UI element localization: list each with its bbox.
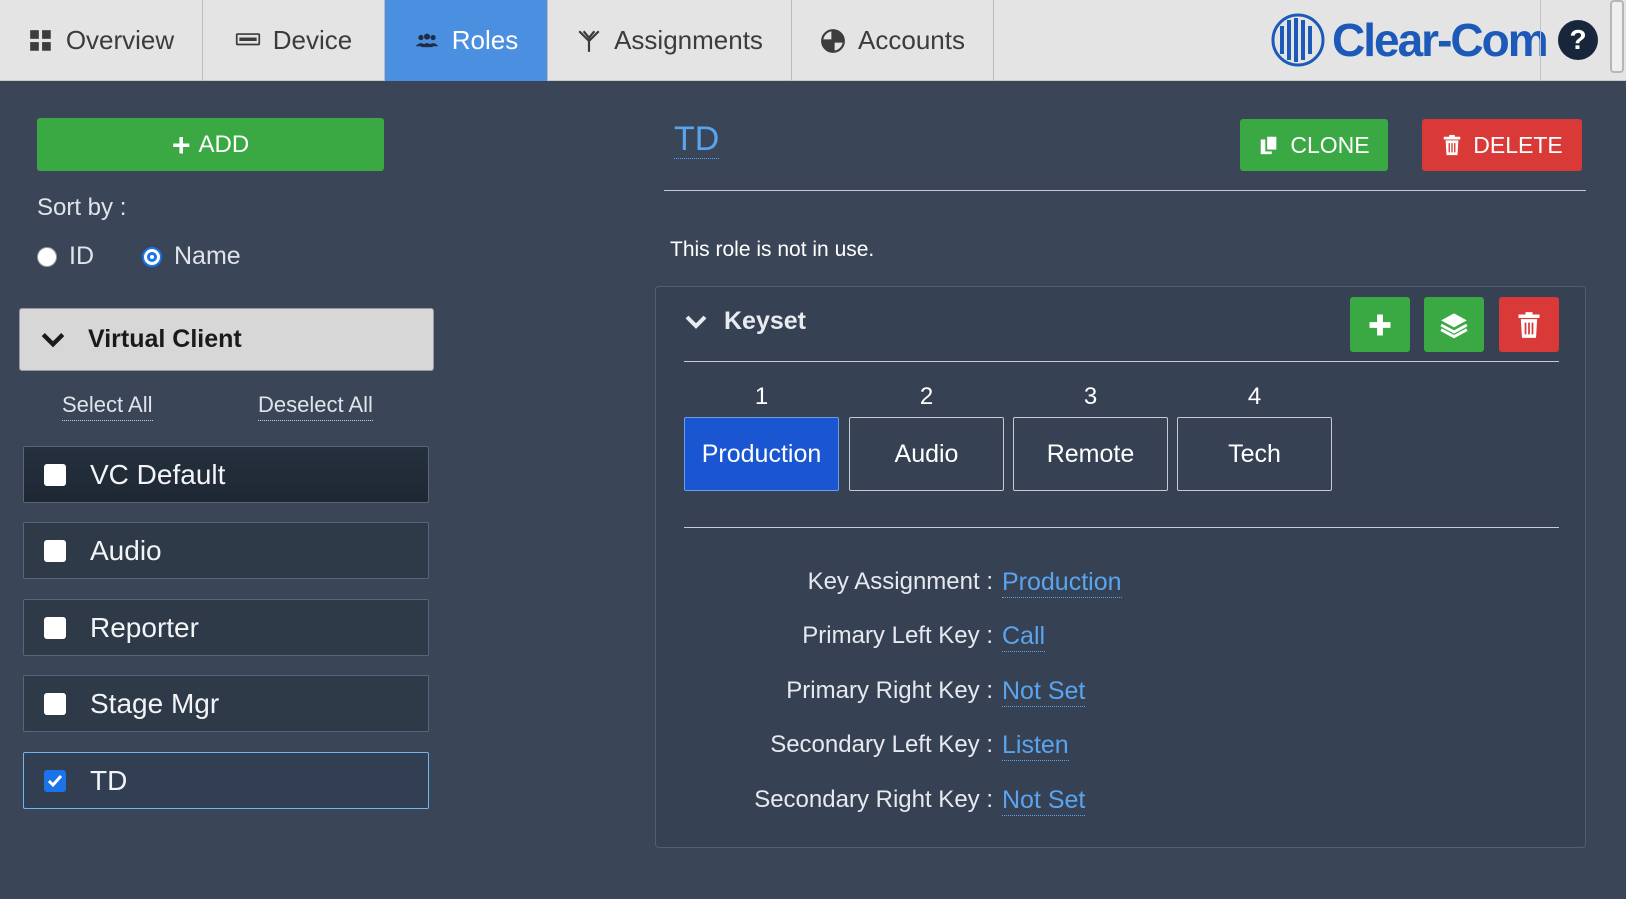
sort-name-radio[interactable] (142, 246, 162, 267)
field-label: Primary Right Key : (786, 677, 993, 704)
key-number: 3 (1083, 383, 1098, 410)
select-all-link[interactable]: Select All (62, 392, 153, 421)
tab-accounts[interactable]: Accounts (792, 0, 994, 81)
group-label: Virtual Client (88, 325, 242, 353)
field-row-primary-right: Primary Right Key : Not Set (656, 677, 1587, 713)
plus-icon (1369, 314, 1391, 335)
key-tab-audio[interactable]: Audio (849, 417, 1004, 491)
field-row-secondary-left: Secondary Left Key : Listen (656, 731, 1587, 767)
delete-label: DELETE (1473, 131, 1563, 158)
key-number: 2 (919, 383, 934, 410)
deselect-all-link[interactable]: Deselect All (258, 392, 373, 421)
tab-accounts-label: Accounts (858, 25, 965, 55)
key-tab-remote[interactable]: Remote (1013, 417, 1168, 491)
role-title[interactable]: TD (674, 121, 720, 159)
trash-icon (1518, 311, 1540, 338)
keyset-divider (684, 361, 1559, 362)
sort-name-label: Name (174, 242, 241, 270)
clone-label: CLONE (1290, 131, 1370, 158)
logo-text: Clear-Com (1332, 14, 1549, 66)
help-button[interactable]: ? (1558, 20, 1598, 60)
key-tab-production[interactable]: Production (684, 417, 839, 491)
key-tab-tech[interactable]: Tech (1177, 417, 1332, 491)
delete-keyset-button[interactable] (1499, 297, 1559, 352)
layers-button[interactable] (1424, 297, 1484, 352)
role-status-text: This role is not in use. (670, 238, 875, 261)
role-item-stage-mgr[interactable]: Stage Mgr (23, 675, 429, 732)
role-item-td[interactable]: TD (23, 752, 429, 809)
keys-divider (684, 527, 1559, 528)
field-label: Key Assignment : (807, 568, 993, 595)
field-label: Secondary Right Key : (754, 786, 993, 813)
tab-overview-label: Overview (65, 25, 175, 55)
chevron-down-icon (685, 315, 707, 329)
nav-divider (1540, 0, 1541, 81)
field-value-link[interactable]: Not Set (1002, 786, 1086, 816)
chevron-down-icon (41, 332, 65, 347)
field-row-secondary-right: Secondary Right Key : Not Set (656, 786, 1587, 822)
title-divider (664, 190, 1586, 191)
field-value-link[interactable]: Listen (1002, 731, 1069, 761)
keyset-panel: Keyset 1 2 3 4 Production Audio Remote T… (655, 286, 1586, 848)
field-value-link[interactable]: Call (1002, 622, 1046, 652)
sort-option-name[interactable]: Name (142, 242, 241, 271)
trash-icon (1444, 134, 1461, 156)
keyset-toggle[interactable]: Keyset (684, 307, 806, 336)
role-checkbox[interactable] (44, 539, 66, 562)
assignments-icon (578, 29, 600, 52)
field-label: Primary Left Key : (802, 622, 993, 649)
clone-button[interactable]: CLONE (1240, 119, 1388, 171)
field-value-link[interactable]: Not Set (1002, 677, 1086, 707)
sort-by-label: Sort by : (37, 194, 127, 221)
tab-assignments-label: Assignments (614, 25, 763, 55)
sort-id-label: ID (69, 242, 94, 270)
users-icon (415, 33, 439, 47)
tab-device-label: Device (272, 25, 353, 55)
role-label: Reporter (90, 611, 199, 643)
add-keyset-button[interactable] (1350, 297, 1410, 352)
window-edge (1610, 0, 1624, 73)
keyset-heading: Keyset (724, 307, 806, 335)
role-checkbox[interactable] (44, 692, 66, 715)
role-label: Audio (90, 534, 162, 566)
role-item-vc-default[interactable]: VC Default (23, 446, 429, 503)
field-row-primary-left: Primary Left Key : Call (656, 622, 1587, 658)
plus-icon: + (171, 126, 191, 163)
accounts-icon (821, 28, 845, 53)
field-label: Secondary Left Key : (770, 731, 993, 758)
group-virtual-client[interactable]: Virtual Client (19, 308, 434, 371)
layers-icon (1440, 312, 1468, 338)
top-nav: Overview Device Roles Assignments Accoun… (0, 0, 1626, 81)
tab-overview[interactable]: Overview (0, 0, 203, 81)
add-role-label: ADD (198, 130, 250, 158)
role-item-reporter[interactable]: Reporter (23, 599, 429, 656)
role-label: TD (90, 764, 128, 796)
delete-button[interactable]: DELETE (1422, 119, 1582, 171)
role-checkbox[interactable] (44, 463, 66, 486)
checkmark-icon (47, 774, 63, 787)
tab-roles[interactable]: Roles (385, 0, 548, 81)
key-number: 1 (754, 383, 769, 410)
clone-icon (1261, 134, 1279, 155)
device-icon (235, 32, 260, 45)
tab-assignments[interactable]: Assignments (548, 0, 792, 81)
field-value-link[interactable]: Production (1002, 568, 1122, 598)
role-checkbox[interactable] (44, 616, 66, 639)
logo-mark-icon (1271, 13, 1325, 67)
sort-option-id[interactable]: ID (37, 242, 94, 271)
clear-com-logo: Clear-Com (1270, 12, 1549, 68)
key-number: 4 (1247, 383, 1262, 410)
tab-roles-label: Roles (451, 25, 519, 55)
grid-icon (29, 29, 51, 51)
role-label: Stage Mgr (90, 687, 220, 719)
role-item-audio[interactable]: Audio (23, 522, 429, 579)
role-label: VC Default (90, 458, 226, 490)
add-role-button[interactable]: + ADD (37, 118, 384, 171)
tab-device[interactable]: Device (203, 0, 385, 81)
role-checkbox[interactable] (44, 769, 66, 792)
field-row-key-assignment: Key Assignment : Production (656, 568, 1587, 604)
sort-id-radio[interactable] (37, 246, 57, 267)
